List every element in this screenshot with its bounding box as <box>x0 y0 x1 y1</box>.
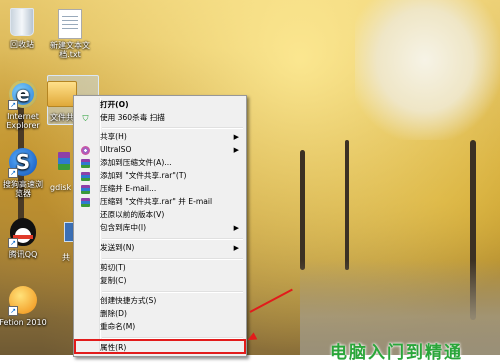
context-menu: 打开(O) ⛉ 使用 360杀毒 扫描 共享(H) ▶ UltraISO ▶ 添… <box>73 95 247 357</box>
menu-item-open[interactable]: 打开(O) <box>76 99 244 111</box>
shortcut-arrow-icon: ↗ <box>8 100 18 110</box>
winrar-icon <box>81 185 90 194</box>
recycle-bin-icon <box>10 8 34 36</box>
menu-item-restore-versions[interactable]: 还原以前的版本(V) <box>76 209 244 221</box>
desktop-icon-tencent-qq[interactable]: ↗ 腾讯QQ <box>0 218 53 259</box>
desktop-icon-label: 搜狗高速浏 览器 <box>3 180 43 198</box>
submenu-arrow-icon: ▶ <box>233 244 239 252</box>
menu-item-ultraiso[interactable]: UltraISO ▶ <box>76 144 244 156</box>
winrar-icon <box>81 198 90 207</box>
menu-item-share[interactable]: 共享(H) ▶ <box>76 131 244 143</box>
menu-item-label: 复制(C) <box>100 276 127 285</box>
wallpaper-tree-trunk <box>345 140 349 270</box>
desktop-icon-label: Fetion 2010 <box>0 318 47 327</box>
menu-item-label: 压缩并 E-mail... <box>100 184 157 193</box>
menu-separator <box>102 127 243 129</box>
menu-item-label: 发送到(N) <box>100 243 135 252</box>
menu-item-label: 重命名(M) <box>100 322 136 331</box>
menu-item-copy[interactable]: 复制(C) <box>76 275 244 287</box>
menu-separator <box>102 238 243 240</box>
submenu-arrow-icon: ▶ <box>233 133 239 141</box>
shield-icon: ⛉ <box>82 114 89 123</box>
menu-item-label: 添加到压缩文件(A)... <box>100 158 172 167</box>
winrar-icon <box>58 152 70 170</box>
winrar-icon <box>81 172 90 181</box>
desktop-icon-fetion[interactable]: ↗ Fetion 2010 <box>0 286 53 327</box>
properties-highlight-box <box>74 339 246 354</box>
shortcut-arrow-icon: ↗ <box>8 306 18 316</box>
wallpaper-tree-trunk <box>300 150 305 270</box>
desktop-icon-partial-label[interactable]: 共 <box>62 252 70 263</box>
menu-item-compress-email[interactable]: 压缩并 E-mail... <box>76 183 244 195</box>
menu-item-send-to[interactable]: 发送到(N) ▶ <box>76 242 244 254</box>
menu-item-include-in-library[interactable]: 包含到库中(I) ▶ <box>76 222 244 234</box>
desktop-icon-sogou-browser[interactable]: S ↗ 搜狗高速浏 览器 <box>0 148 53 198</box>
disc-icon <box>81 146 90 155</box>
menu-item-create-shortcut[interactable]: 创建快捷方式(S) <box>76 295 244 307</box>
menu-item-rename[interactable]: 重命名(M) <box>76 321 244 333</box>
menu-item-label: UltraISO <box>100 145 132 154</box>
menu-separator <box>102 291 243 293</box>
desktop-icon-gdisk-label[interactable]: gdisk <box>50 183 71 192</box>
desktop-icon-label: 新建文本文 档.txt <box>50 41 90 59</box>
shortcut-arrow-icon: ↗ <box>8 238 18 248</box>
menu-item-delete[interactable]: 删除(D) <box>76 308 244 320</box>
winrar-icon <box>81 159 90 168</box>
menu-separator <box>102 258 243 260</box>
text-file-icon <box>58 9 82 39</box>
menu-item-add-to-rar[interactable]: 添加到 "文件共享.rar"(T) <box>76 170 244 182</box>
watermark-text: 电脑入门到精通 <box>330 343 463 363</box>
menu-item-label: 剪切(T) <box>100 263 126 272</box>
menu-item-label: 打开(O) <box>100 100 129 109</box>
menu-item-label: 共享(H) <box>100 132 127 141</box>
menu-item-cut[interactable]: 剪切(T) <box>76 262 244 274</box>
menu-item-add-to-archive[interactable]: 添加到压缩文件(A)... <box>76 157 244 169</box>
menu-item-360-scan[interactable]: ⛉ 使用 360杀毒 扫描 <box>76 112 244 124</box>
menu-item-label: 还原以前的版本(V) <box>100 210 165 219</box>
menu-item-label: 添加到 "文件共享.rar"(T) <box>100 171 187 180</box>
menu-item-compress-rar-email[interactable]: 压缩到 "文件共享.rar" 并 E-mail <box>76 196 244 208</box>
submenu-arrow-icon: ▶ <box>233 224 239 232</box>
shortcut-arrow-icon: ↗ <box>8 168 18 178</box>
menu-item-label: 使用 360杀毒 扫描 <box>100 113 165 122</box>
menu-item-label: 压缩到 "文件共享.rar" 并 E-mail <box>100 197 213 206</box>
menu-item-label: 删除(D) <box>100 309 127 318</box>
desktop-icon-label: 腾讯QQ <box>8 250 38 259</box>
menu-item-label: 包含到库中(I) <box>100 223 147 232</box>
submenu-arrow-icon: ▶ <box>233 146 239 154</box>
wallpaper-sky <box>355 0 500 140</box>
desktop-icon-new-text-file[interactable]: 新建文本文 档.txt <box>40 8 100 59</box>
menu-item-label: 创建快捷方式(S) <box>100 296 157 305</box>
